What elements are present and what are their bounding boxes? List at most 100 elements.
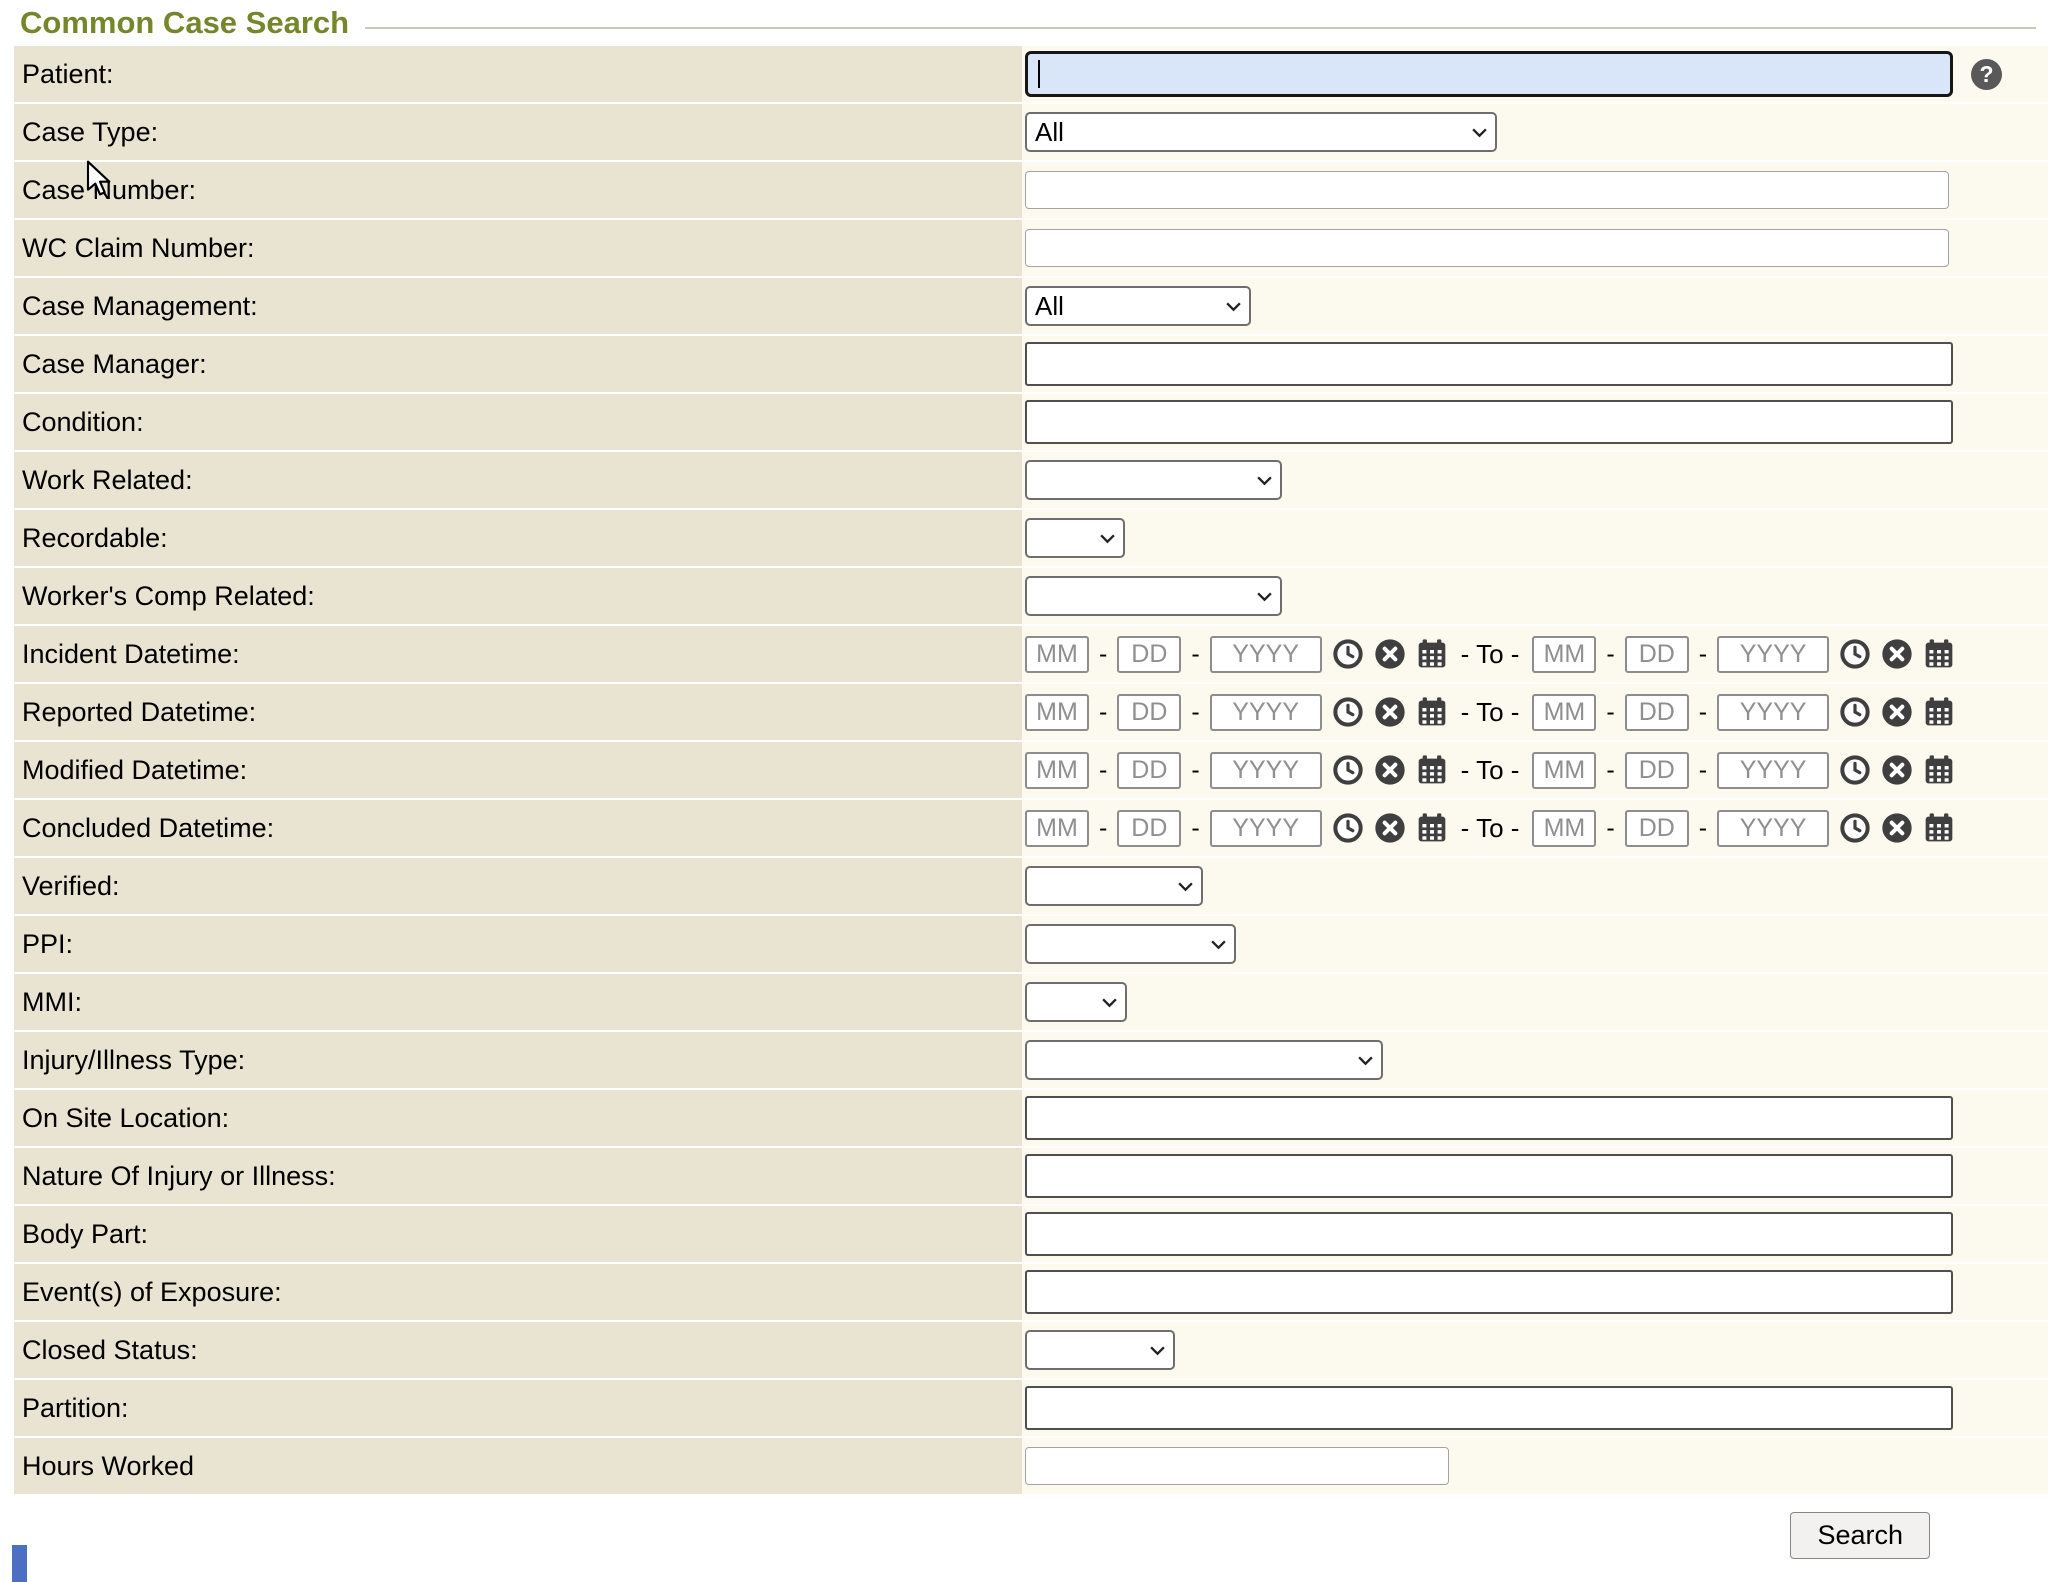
reported-datetime-from-calendar-icon[interactable] [1416,696,1448,728]
reported-datetime-to-mm-input[interactable] [1532,694,1596,731]
incident-datetime-to-calendar-icon[interactable] [1923,638,1955,670]
concluded-datetime-to-group: -- [1532,810,1955,847]
modified-datetime-from-clock-icon[interactable] [1332,754,1364,786]
concluded-datetime-to-calendar-icon[interactable] [1923,812,1955,844]
incident-datetime-label: Incident Datetime: [14,626,1022,682]
concluded-datetime-label: Concluded Datetime: [14,800,1022,856]
date-separator: - [1606,756,1614,785]
date-separator: - [1099,814,1107,843]
case-manager-input[interactable] [1025,342,1953,386]
concluded-datetime-to-dd-input[interactable] [1625,810,1689,847]
reported-datetime-field: --- To --- [1022,684,2048,740]
search-button[interactable]: Search [1790,1512,1930,1559]
modified-datetime-to-calendar-icon[interactable] [1923,754,1955,786]
concluded-datetime-from-dd-input[interactable] [1117,810,1181,847]
date-separator: - [1099,698,1107,727]
concluded-datetime-from-calendar-icon[interactable] [1416,812,1448,844]
hours-worked-field [1022,1438,2048,1494]
modified-datetime-from-calendar-icon[interactable] [1416,754,1448,786]
hours-worked-input[interactable] [1025,1447,1449,1485]
mmi-label: MMI: [14,974,1022,1030]
reported-datetime-from-mm-input[interactable] [1025,694,1089,731]
case-number-input[interactable] [1025,171,1949,209]
body-part-input[interactable] [1025,1212,1953,1256]
incident-datetime-from-clock-icon[interactable] [1332,638,1364,670]
modified-datetime-from-clear-icon[interactable] [1374,754,1406,786]
modified-datetime-from-yyyy-input[interactable] [1210,752,1322,789]
concluded-datetime-from-mm-input[interactable] [1025,810,1089,847]
concluded-datetime-from-yyyy-input[interactable] [1210,810,1322,847]
incident-datetime-from-dd-input[interactable] [1117,636,1181,673]
ppi-select[interactable] [1025,924,1236,964]
date-separator: - [1699,640,1707,669]
incident-datetime-to-mm-input[interactable] [1532,636,1596,673]
modified-datetime-from-mm-input[interactable] [1025,752,1089,789]
modified-datetime-to-clock-icon[interactable] [1839,754,1871,786]
concluded-datetime-from-clock-icon[interactable] [1332,812,1364,844]
reported-datetime-from-clock-icon[interactable] [1332,696,1364,728]
concluded-datetime-to-clock-icon[interactable] [1839,812,1871,844]
modified-datetime-to-yyyy-input[interactable] [1717,752,1829,789]
verified-select-wrap [1025,866,1203,906]
reported-datetime-to-clear-icon[interactable] [1881,696,1913,728]
incident-datetime-to-clock-icon[interactable] [1839,638,1871,670]
events-of-exposure-input[interactable] [1025,1270,1953,1314]
help-icon[interactable]: ? [1971,59,2002,90]
text-caret [1038,60,1040,88]
incident-datetime-from-clear-icon[interactable] [1374,638,1406,670]
injury-illness-type-label: Injury/Illness Type: [14,1032,1022,1088]
case-management-field: All [1022,278,2048,334]
incident-datetime-to-dd-input[interactable] [1625,636,1689,673]
mmi-select[interactable] [1025,982,1127,1022]
incident-datetime-to-clear-icon[interactable] [1881,638,1913,670]
concluded-datetime-from-clear-icon[interactable] [1374,812,1406,844]
reported-datetime-to-calendar-icon[interactable] [1923,696,1955,728]
form-row-case-type: Case Type:All [14,104,2048,162]
reported-datetime-from-yyyy-input[interactable] [1210,694,1322,731]
incident-datetime-from-calendar-icon[interactable] [1416,638,1448,670]
condition-input[interactable] [1025,400,1953,444]
concluded-datetime-to-clear-icon[interactable] [1881,812,1913,844]
workers-comp-related-select[interactable] [1025,576,1282,616]
modified-datetime-from-dd-input[interactable] [1117,752,1181,789]
injury-illness-type-select[interactable] [1025,1040,1383,1080]
modified-datetime-to-dd-input[interactable] [1625,752,1689,789]
case-management-select[interactable]: All [1025,286,1251,326]
concluded-datetime-to-mm-input[interactable] [1532,810,1596,847]
patient-label: Patient: [14,46,1022,102]
concluded-datetime-to-yyyy-input[interactable] [1717,810,1829,847]
nature-of-injury-or-illness-input[interactable] [1025,1154,1953,1198]
case-type-select[interactable]: All [1025,112,1497,152]
date-separator: - [1191,698,1199,727]
incident-datetime-to-yyyy-input[interactable] [1717,636,1829,673]
workers-comp-related-label: Worker's Comp Related: [14,568,1022,624]
body-part-label: Body Part: [14,1206,1022,1262]
recordable-select[interactable] [1025,518,1125,558]
reported-datetime-to-yyyy-input[interactable] [1717,694,1829,731]
reported-datetime-to-dd-input[interactable] [1625,694,1689,731]
reported-datetime-to-clock-icon[interactable] [1839,696,1871,728]
incident-datetime-from-yyyy-input[interactable] [1210,636,1322,673]
patient-input[interactable] [1025,51,1953,97]
incident-datetime-from-mm-input[interactable] [1025,636,1089,673]
closed-status-select[interactable] [1025,1330,1175,1370]
incident-datetime-to-label: - To - [1461,639,1520,670]
reported-datetime-from-clear-icon[interactable] [1374,696,1406,728]
form-row-workers-comp-related: Worker's Comp Related: [14,568,2048,626]
work-related-select[interactable] [1025,460,1282,500]
recordable-field [1022,510,2048,566]
case-type-label: Case Type: [14,104,1022,160]
condition-label: Condition: [14,394,1022,450]
on-site-location-input[interactable] [1025,1096,1953,1140]
form-row-recordable: Recordable: [14,510,2048,568]
verified-select[interactable] [1025,866,1203,906]
reported-datetime-from-dd-input[interactable] [1117,694,1181,731]
modified-datetime-to-mm-input[interactable] [1532,752,1596,789]
partition-input[interactable] [1025,1386,1953,1430]
condition-field [1022,394,2048,450]
on-site-location-field [1022,1090,2048,1146]
form-row-nature-of-injury-or-illness: Nature Of Injury or Illness: [14,1148,2048,1206]
wc-claim-number-input[interactable] [1025,229,1949,267]
modified-datetime-to-clear-icon[interactable] [1881,754,1913,786]
verified-field [1022,858,2048,914]
